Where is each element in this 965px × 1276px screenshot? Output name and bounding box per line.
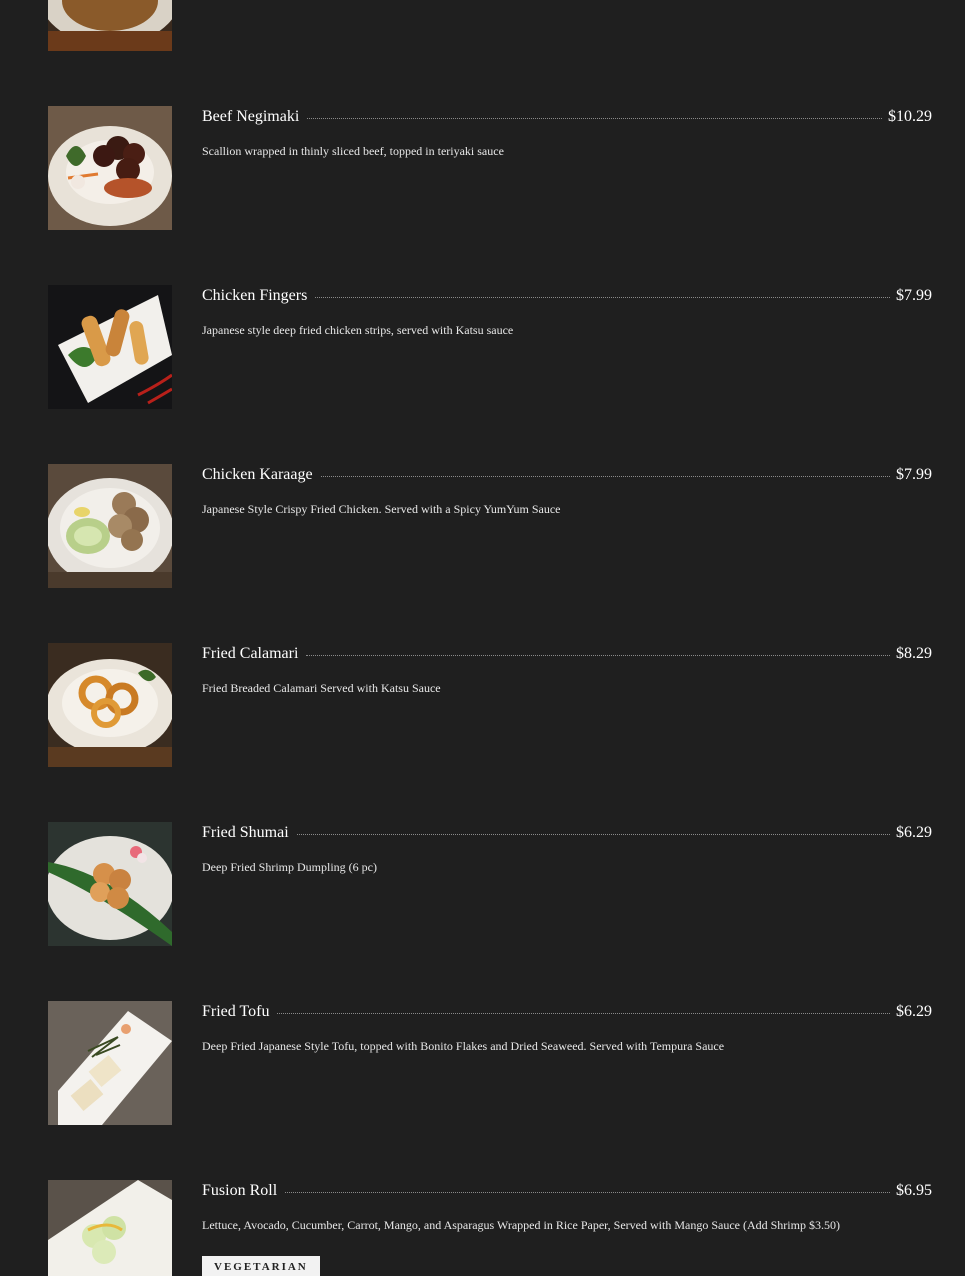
vegetarian-badge: VEGETARIAN xyxy=(202,1256,320,1276)
dot-leader xyxy=(296,824,890,835)
dot-leader xyxy=(306,645,890,656)
item-price: $10.29 xyxy=(888,108,932,125)
item-name: Fusion Roll xyxy=(202,1182,278,1199)
fusion-roll-photo[interactable] xyxy=(48,1180,172,1276)
dot-leader xyxy=(315,287,890,298)
item-description: Scallion wrapped in thinly sliced beef, … xyxy=(202,144,504,158)
item-name: Fried Calamari xyxy=(202,645,299,662)
chicken-fingers-photo[interactable] xyxy=(48,285,172,409)
fried-calamari-photo[interactable] xyxy=(48,643,172,767)
item-name: Chicken Fingers xyxy=(202,287,308,304)
item-description: Deep Fried Shrimp Dumpling (6 pc) xyxy=(202,860,377,874)
dot-leader xyxy=(277,1003,890,1014)
item-price: $7.99 xyxy=(896,466,932,483)
fried-tofu-photo[interactable] xyxy=(48,1001,172,1125)
beef-negimaki-photo[interactable] xyxy=(48,106,172,230)
dish-photo[interactable] xyxy=(48,0,172,51)
item-price: $6.95 xyxy=(896,1182,932,1199)
item-name: Beef Negimaki xyxy=(202,108,300,125)
item-description: Japanese Style Crispy Fried Chicken. Ser… xyxy=(202,502,561,516)
item-name: Fried Tofu xyxy=(202,1003,270,1020)
item-description: Japanese style deep fried chicken strips… xyxy=(202,323,514,337)
dot-leader xyxy=(307,108,882,119)
item-price: $7.99 xyxy=(896,287,932,304)
fried-shumai-photo[interactable] xyxy=(48,822,172,946)
item-description: Fried Breaded Calamari Served with Katsu… xyxy=(202,681,441,695)
dot-leader xyxy=(320,466,890,477)
item-price: $8.29 xyxy=(896,645,932,662)
chicken-karaage-photo[interactable] xyxy=(48,464,172,588)
dot-leader xyxy=(285,1182,890,1193)
item-description: Lettuce, Avocado, Cucumber, Carrot, Mang… xyxy=(202,1218,840,1232)
item-name: Chicken Karaage xyxy=(202,466,313,483)
item-name: Fried Shumai xyxy=(202,824,289,841)
item-description: Deep Fried Japanese Style Tofu, topped w… xyxy=(202,1039,725,1053)
item-price: $6.29 xyxy=(896,1003,932,1020)
item-price: $6.29 xyxy=(896,824,932,841)
